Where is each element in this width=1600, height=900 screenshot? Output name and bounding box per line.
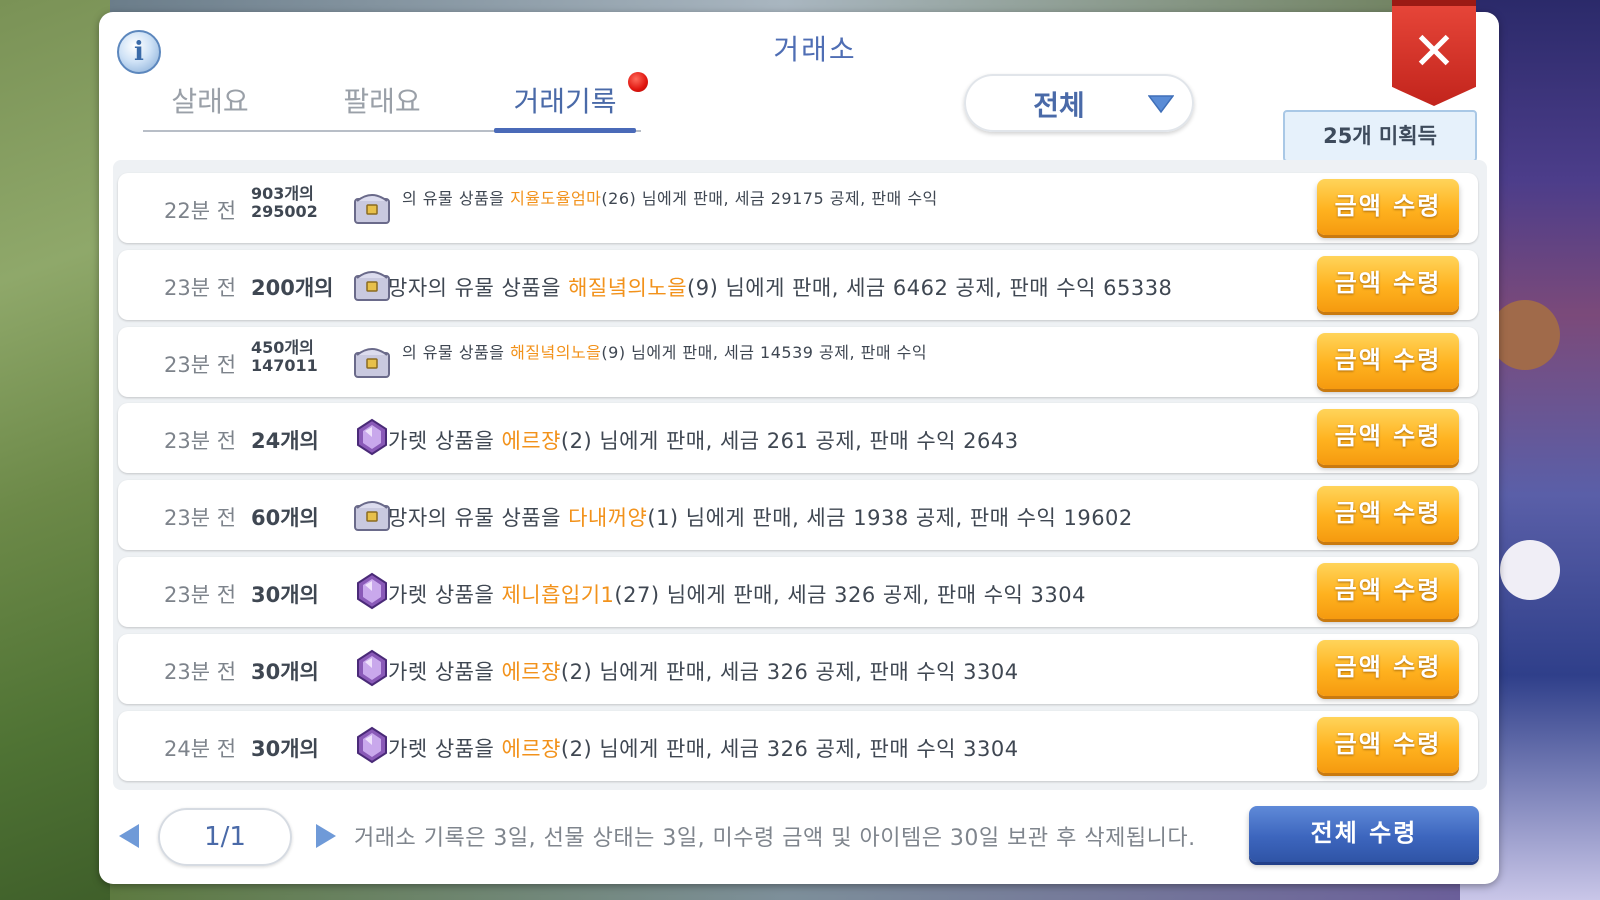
record-time: 23분 전 [164,660,237,684]
prev-page-icon[interactable] [119,824,139,848]
relic-chest-icon [352,187,392,227]
trade-record-row: 23분 전 30개의 가렛 상품을 에르쟝(2) 님에게 판매, 세금 326 공제… [118,634,1478,704]
record-time: 24분 전 [164,737,237,761]
record-quantity: 24개의 [251,429,319,453]
trade-record-row: 23분 전 30개의 가렛 상품을 제니흡입기1(27) 님에게 판매, 세금 32… [118,557,1478,627]
filter-selected-value: 전체 [1033,89,1085,122]
info-icon[interactable]: i [117,30,161,74]
record-quantity: 60개의 [251,506,319,530]
claim-amount-button[interactable]: 금액 수령 [1317,409,1459,465]
trade-record-row: 23분 전 24개의 가렛 상품을 에르쟝(2) 님에게 판매, 세금 261 공제… [118,403,1478,473]
claim-amount-button[interactable]: 금액 수령 [1317,486,1459,542]
record-detail-text: (9) 님에게 판매, 세금 14539 공제, 판매 수익 [601,343,928,362]
game-world-left [0,0,110,900]
record-time: 23분 전 [164,353,237,377]
record-message: 가렛 상품을 에르쟝(2) 님에게 판매, 세금 261 공제, 판매 수익 2… [388,425,1019,455]
trade-record-row: 24분 전 30개의 가렛 상품을 에르쟝(2) 님에게 판매, 세금 326 공제… [118,711,1478,781]
relic-chest-icon [352,341,392,381]
record-message: 가렛 상품을 에르쟝(2) 님에게 판매, 세금 326 공제, 판매 수익 3… [388,656,1019,686]
record-detail-text: (9) 님에게 판매, 세금 6462 공제, 판매 수익 65338 [687,276,1173,300]
garnet-gem-icon [352,417,392,457]
relic-chest-icon [352,494,392,534]
trade-record-row: 23분 전 60개의 망자의 유물 상품을 다내꺼양(1) 님에게 판매, 세금 1… [118,480,1478,550]
buyer-name: 에르쟝 [501,429,561,453]
tab-buy[interactable]: 살래요 [143,80,277,132]
record-item-text: 의 유물 상품을 [402,189,511,208]
record-message: 의 유물 상품을 지율도율엄마(26) 님에게 판매, 세금 29175 공제,… [402,185,938,209]
buyer-name: 다내꺼양 [568,506,648,530]
tab-bar: 살래요 팔래요 거래기록 [143,80,641,136]
tab-trade-history[interactable]: 거래기록 [494,80,636,133]
trade-record-row: 23분 전 450개의 147011 의 유물 상품을 해질녘의노을(9) 님에게 … [118,327,1478,397]
buyer-name: 제니흡입기1 [501,583,615,607]
trade-record-row: 23분 전 200개의 망자의 유물 상품을 해질녘의노을(9) 님에게 판매, 세… [118,250,1478,320]
buyer-name: 에르쟝 [501,737,561,761]
close-button[interactable]: ✕ [1392,0,1476,106]
buyer-name: 해질녘의노을 [568,276,688,300]
claim-amount-button[interactable]: 금액 수령 [1317,563,1459,619]
page-indicator: 1/1 [158,808,292,866]
next-page-icon[interactable] [316,824,336,848]
unclaimed-count-badge: 25개 미획득 [1283,110,1477,162]
record-quantity: 903개의 295002 [251,184,318,221]
buyer-name: 에르쟝 [501,660,561,684]
record-quantity: 200개의 [251,276,334,300]
record-item-text: 망자의 유물 상품을 [388,506,569,530]
record-time: 22분 전 [164,199,237,223]
record-quantity: 450개의 147011 [251,338,318,375]
record-detail-text: (1) 님에게 판매, 세금 1938 공제, 판매 수익 19602 [647,506,1133,530]
record-message: 망자의 유물 상품을 다내꺼양(1) 님에게 판매, 세금 1938 공제, 판… [388,502,1133,532]
claim-amount-button[interactable]: 금액 수령 [1317,179,1459,235]
trade-record-row: 22분 전 903개의 295002 의 유물 상품을 지율도율엄마(26) 님에게… [118,173,1478,243]
record-quantity: 30개의 [251,660,319,684]
buyer-name: 지율도율엄마 [510,189,602,208]
record-quantity: 30개의 [251,583,319,607]
panel-title: 거래소 [773,33,857,66]
record-message: 망자의 유물 상품을 해질녘의노을(9) 님에게 판매, 세금 6462 공제,… [388,272,1172,302]
record-item-text: 가렛 상품을 [388,583,502,607]
record-quantity: 30개의 [251,737,319,761]
garnet-gem-icon [352,648,392,688]
record-item-text: 망자의 유물 상품을 [388,276,569,300]
record-detail-text: (2) 님에게 판매, 세금 326 공제, 판매 수익 3304 [560,660,1019,684]
record-message: 의 유물 상품을 해질녘의노을(9) 님에게 판매, 세금 14539 공제, … [402,339,927,363]
record-detail-text: (2) 님에게 판매, 세금 261 공제, 판매 수익 2643 [560,429,1019,453]
relic-chest-icon [352,264,392,304]
decor-orb [1500,540,1560,600]
garnet-gem-icon [352,571,392,611]
record-time: 23분 전 [164,506,237,530]
claim-amount-button[interactable]: 금액 수령 [1317,256,1459,312]
game-world-bottom [110,882,1460,900]
retention-notice: 거래소 기록은 3일, 선물 상태는 3일, 미수령 금액 및 아이템은 30일… [354,826,1196,851]
record-item-text: 가렛 상품을 [388,429,502,453]
buyer-name: 해질녘의노을 [510,343,602,362]
record-message: 가렛 상품을 에르쟝(2) 님에게 판매, 세금 326 공제, 판매 수익 3… [388,733,1019,763]
record-item-text: 가렛 상품을 [388,660,502,684]
chevron-down-icon [1148,95,1174,114]
record-item-text: 가렛 상품을 [388,737,502,761]
tab-sell[interactable]: 팔래요 [315,80,449,132]
garnet-gem-icon [352,725,392,765]
record-detail-text: (2) 님에게 판매, 세금 326 공제, 판매 수익 3304 [560,737,1019,761]
claim-amount-button[interactable]: 금액 수령 [1317,333,1459,389]
decor-orb [1490,300,1560,370]
record-time: 23분 전 [164,429,237,453]
record-item-text: 의 유물 상품을 [402,343,511,362]
record-time: 23분 전 [164,276,237,300]
record-time: 23분 전 [164,583,237,607]
filter-dropdown[interactable]: 전체 [964,74,1194,132]
record-message: 가렛 상품을 제니흡입기1(27) 님에게 판매, 세금 326 공제, 판매 … [388,579,1086,609]
claim-amount-button[interactable]: 금액 수령 [1317,640,1459,696]
record-detail-text: (27) 님에게 판매, 세금 326 공제, 판매 수익 3304 [614,583,1086,607]
claim-amount-button[interactable]: 금액 수령 [1317,717,1459,773]
record-detail-text: (26) 님에게 판매, 세금 29175 공제, 판매 수익 [601,189,938,208]
notification-dot-icon [628,72,648,92]
claim-all-button[interactable]: 전체 수령 [1249,806,1479,862]
